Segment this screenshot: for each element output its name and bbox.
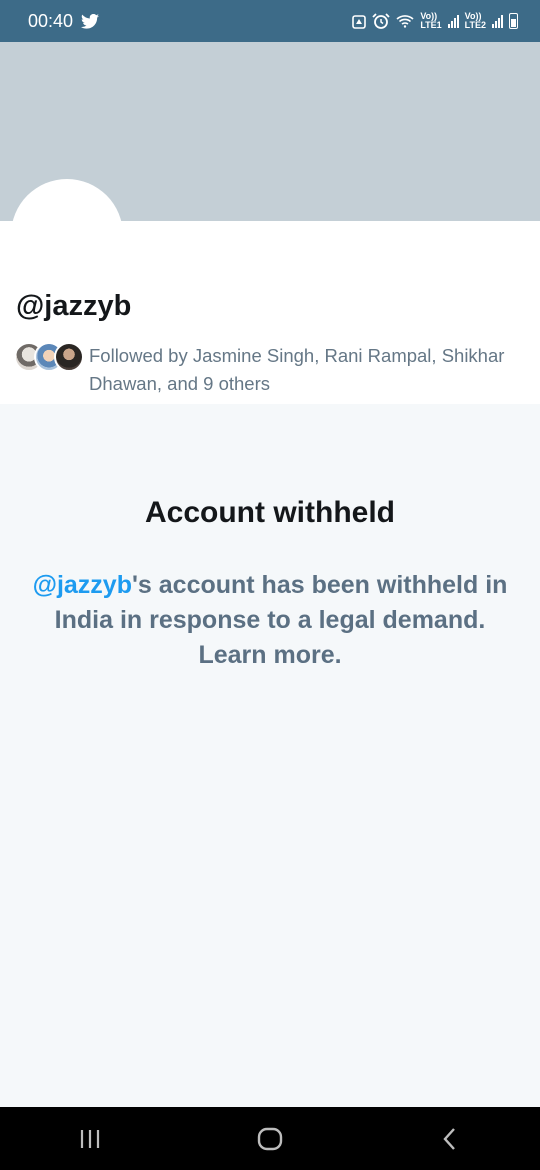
signal-icon [447,14,459,28]
withheld-message: @jazzyb's account has been withheld in I… [30,568,510,673]
status-time: 00:40 [28,10,74,31]
sim2-label: Vo)) LTE2 [464,11,486,30]
alarm-lock-icon [352,15,367,29]
withheld-notice: Account withheld @jazzyb's account has b… [0,496,540,673]
wifi-icon [396,15,414,28]
home-button[interactable] [240,1119,300,1159]
followers-avatars[interactable] [14,342,84,372]
profile-handle: @jazzyb [16,290,132,322]
withheld-title: Account withheld [145,496,395,529]
followed-by-text[interactable]: Followed by Jasmine Singh, Rani Rampal, … [89,342,509,398]
follower-avatar [54,342,84,372]
back-button[interactable] [420,1119,480,1159]
recent-apps-button[interactable] [60,1119,120,1159]
sim1-label: Vo)) LTE1 [420,11,442,30]
recent-apps-icon [80,1129,100,1148]
twitter-bird-icon [81,13,100,29]
avatar[interactable] [11,179,123,291]
system-nav-bar [0,1107,540,1170]
back-icon [443,1127,455,1150]
home-icon [257,1127,283,1150]
alarm-clock-icon [372,13,390,29]
signal-icon [492,14,503,28]
status-bar: 00:40 Vo)) LTE1 Vo)) LTE2 [0,0,540,42]
battery-icon [509,13,518,29]
mention-link[interactable]: @jazzyb [33,571,132,599]
